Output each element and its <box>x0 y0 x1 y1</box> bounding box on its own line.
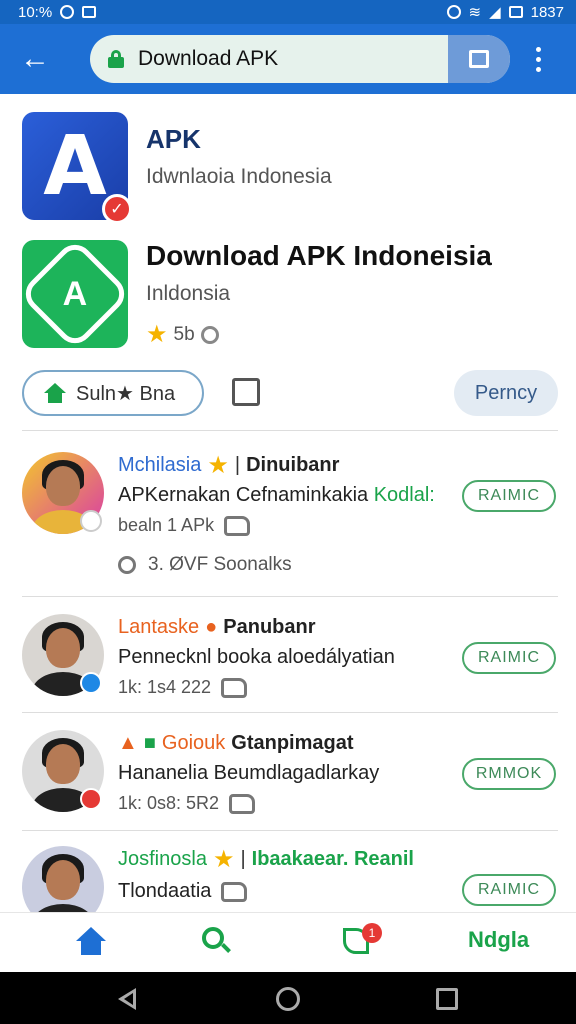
reviewer-name: Mchilasia <box>118 453 202 476</box>
reviewer-badge: Ibaakaear. Reanil <box>251 847 414 870</box>
thumbs-up-icon[interactable] <box>229 793 256 814</box>
divider <box>22 712 558 713</box>
warning-icon: ▲ <box>118 731 138 754</box>
thumbs-up-icon[interactable] <box>224 515 251 536</box>
star-icon: ★ <box>146 321 168 348</box>
address-bar[interactable]: Download APK <box>90 35 510 83</box>
reviewer-name: Josfinosla <box>118 847 207 870</box>
alarm-icon <box>446 5 461 19</box>
reviewer-name: Lantaske <box>118 615 200 638</box>
review-text: Tlondaatia <box>118 880 212 902</box>
url-text: Download APK <box>138 47 279 70</box>
comments-count[interactable]: 3. ØVF Soonalks <box>148 554 292 576</box>
review-item: Mchilasia ★ | Dinuibanr APKernakan Cefna… <box>22 452 558 592</box>
tab-icon <box>469 50 489 68</box>
info-badge-icon <box>80 510 102 532</box>
system-nav-bar <box>0 972 576 1024</box>
app-logo-hex: A <box>18 237 132 351</box>
browser-toolbar: ← Download APK <box>0 24 576 94</box>
divider <box>22 830 558 831</box>
divider <box>22 596 558 597</box>
action-row: Suln★ Bna Perncy <box>22 370 558 416</box>
battery-icon <box>508 6 523 18</box>
fire-icon: ● <box>205 615 218 638</box>
verified-badge-icon: ✓ <box>102 194 132 224</box>
rank-button[interactable]: RAIMIC <box>462 480 556 512</box>
lock-icon <box>108 50 124 68</box>
tab-switcher-button[interactable] <box>448 35 510 83</box>
rank-button[interactable]: RMMOK <box>462 758 556 790</box>
rating-value: 5b <box>173 323 195 345</box>
review-meta: 1k: 0s8: 5R2 <box>118 793 220 813</box>
nav-text-label[interactable]: Ndgla <box>468 927 529 953</box>
search-icon[interactable] <box>202 927 231 955</box>
reviewer-badge: Gtanpimagat <box>231 731 354 754</box>
review-item: Josfinosla ★ | Ibaakaear. Reanil Tlondaa… <box>22 846 558 912</box>
wifi-icon: ≋ <box>468 4 482 21</box>
pill-label: Suln★ Bna <box>76 382 176 405</box>
app-name: Download APK Indoneisia <box>146 240 492 271</box>
reviewer-badge: Panubanr <box>223 615 316 638</box>
avatar[interactable] <box>22 846 104 912</box>
home-pill-button[interactable]: Suln★ Bna <box>22 370 204 416</box>
status-right-text: 1837 <box>530 3 564 21</box>
app-name: APK <box>146 124 201 154</box>
review-meta: 1k: 1s4 222 <box>118 677 212 697</box>
rank-button[interactable]: RAIMIC <box>462 874 556 906</box>
rank-button[interactable]: RAIMIC <box>462 642 556 674</box>
star-icon: ★ <box>207 451 229 479</box>
policy-button[interactable]: Perncy <box>454 370 558 416</box>
review-meta: bealn 1 APk <box>118 515 215 535</box>
app-subtitle: Idwnlaoia Indonesia <box>146 165 332 188</box>
system-recents-icon[interactable] <box>436 988 458 1010</box>
share-icon[interactable] <box>232 378 260 406</box>
shield-badge-icon <box>80 672 102 694</box>
thumbs-up-icon[interactable] <box>221 881 248 902</box>
app-logo-a: A ✓ <box>22 112 132 224</box>
overflow-menu-icon[interactable] <box>526 39 550 79</box>
back-arrow-icon[interactable]: ← <box>10 34 60 84</box>
rating-row: ★ 5b <box>146 320 492 349</box>
signal-icon: ◢ <box>489 4 501 21</box>
tag-icon: ■ <box>143 731 156 754</box>
thumbs-up-icon[interactable] <box>221 677 248 698</box>
app-listing-1[interactable]: A ✓ APK Idwnlaoia Indonesia <box>22 112 332 224</box>
clock-icon <box>200 325 219 344</box>
status-bar: 10:% ≋ ◢ 1837 <box>0 0 576 24</box>
verified-badge-icon <box>80 788 102 810</box>
star-icon: ★ <box>212 846 235 873</box>
review-item: ▲ ■ Goiouk Gtanpimagat Hananelia Beumdla… <box>22 730 558 826</box>
house-icon <box>44 383 66 403</box>
bottom-nav: 1 Ndgla <box>0 912 576 972</box>
review-item: Lantaske ● Panubanr Pennecknl booka aloe… <box>22 614 558 710</box>
reviewer-badge: Dinuibanr <box>246 453 340 476</box>
system-home-icon[interactable] <box>276 987 300 1011</box>
reviewer-name: Goiouk <box>161 731 226 754</box>
notification-badge: 1 <box>362 923 382 943</box>
home-icon[interactable] <box>76 927 106 957</box>
sync-icon <box>60 5 75 19</box>
app-listing-2[interactable]: A Download APK Indoneisia Inldonsia ★ 5b <box>18 237 492 351</box>
divider <box>22 430 558 431</box>
status-time: 10:% <box>18 3 53 21</box>
app-subtitle: Inldonsia <box>146 282 231 305</box>
notification-icon <box>82 6 97 18</box>
comment-icon <box>118 556 136 574</box>
